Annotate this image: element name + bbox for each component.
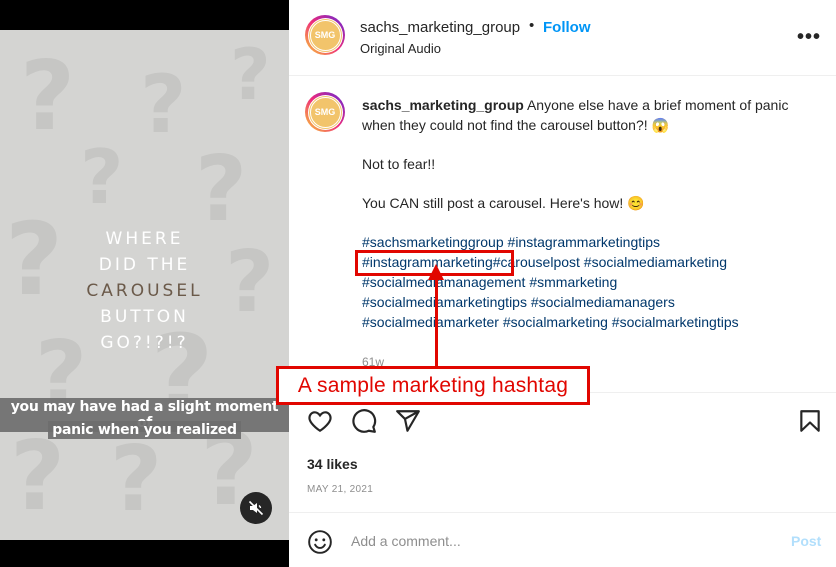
comment-avatar[interactable]: SMG [305, 92, 345, 132]
question-mark-pattern: ? [10, 422, 66, 532]
comment-icon[interactable] [351, 408, 377, 434]
video-title-line: CAROUSEL [86, 281, 203, 301]
hashtag-link[interactable]: #socialmediamarketer [362, 314, 499, 330]
header-username[interactable]: sachs_marketing_group [360, 19, 520, 36]
avatar-logo: SMG [309, 19, 341, 51]
video-title-line: GO?!?!? [100, 333, 189, 353]
question-mark-pattern: ? [230, 34, 271, 116]
post-caption: sachs_marketing_group Anyone else have a… [362, 95, 802, 372]
emoji-icon[interactable] [307, 529, 333, 555]
caption-first-para: sachs_marketing_group Anyone else have a… [362, 95, 802, 135]
more-options-icon[interactable]: ••• [797, 26, 821, 49]
question-mark-pattern: ? [195, 137, 248, 242]
caption-line: panic when you realized [48, 421, 241, 439]
add-comment-bar: Post [289, 513, 836, 567]
post-button[interactable]: Post [791, 533, 821, 549]
comment-input[interactable] [351, 527, 761, 555]
post-header: SMG sachs_marketing_group • Follow Origi… [289, 0, 836, 76]
hashtag-link[interactable]: #socialmarketing [503, 314, 608, 330]
post-panel: SMG sachs_marketing_group • Follow Origi… [289, 0, 836, 567]
question-mark-pattern: ? [110, 427, 163, 532]
video-title-text: WHERE DID THE CAROUSEL BUTTON GO?!?!? [0, 226, 289, 356]
bookmark-icon[interactable] [797, 408, 823, 434]
question-mark-pattern: ? [140, 58, 187, 151]
annotation-arrowhead [428, 264, 444, 280]
share-icon[interactable] [395, 408, 421, 434]
speaker-muted-icon [248, 500, 264, 516]
hashtag-link[interactable]: #instagrammarketingtips [508, 234, 661, 250]
video-caption: panic when you realized [0, 421, 289, 439]
hashtag-link[interactable]: #smmarketing [529, 274, 617, 290]
annotation-label: A sample marketing hashtag [276, 366, 590, 405]
avatar-logo: SMG [309, 96, 341, 128]
hashtag-link[interactable]: #socialmediamanagers [531, 294, 675, 310]
follow-button[interactable]: Follow [543, 19, 591, 36]
hashtag-link[interactable]: #socialmarketingtips [612, 314, 739, 330]
hashtag-link[interactable]: #socialmediamarketingtips [362, 294, 527, 310]
avatar-ring: SMG [307, 94, 343, 130]
question-mark-pattern: ? [20, 42, 76, 152]
annotation-arrow [435, 268, 438, 368]
heart-icon[interactable] [307, 408, 333, 434]
video-title-line: BUTTON [100, 307, 189, 327]
likes-count[interactable]: 34 likes [307, 456, 358, 472]
video-frame[interactable]: ? ? ? ? ? ? ? ? ? ? ? ? WHERE DID THE CA… [0, 30, 289, 540]
caption-para: You CAN still post a carousel. Here's ho… [362, 195, 645, 211]
hashtag-link[interactable]: #socialmediamarketing [584, 254, 727, 270]
reel-video[interactable]: ? ? ? ? ? ? ? ? ? ? ? ? WHERE DID THE CA… [0, 0, 289, 567]
audio-link[interactable]: Original Audio [360, 41, 441, 56]
video-title-line: DID THE [98, 255, 191, 275]
avatar-ring: SMG [307, 17, 343, 53]
hashtag-link[interactable]: #sachsmarketinggroup [362, 234, 504, 250]
caption-para: Not to fear!! [362, 156, 436, 172]
caption-username[interactable]: sachs_marketing_group [362, 97, 524, 113]
avatar[interactable]: SMG [305, 15, 345, 55]
mute-button[interactable] [240, 492, 272, 524]
hashtag-list: #sachsmarketinggroup #instagrammarketing… [362, 232, 802, 332]
question-mark-pattern: ? [80, 133, 124, 221]
post-date: MAY 21, 2021 [307, 484, 374, 495]
separator-dot: • [529, 17, 535, 34]
video-title-line: WHERE [105, 229, 184, 249]
action-bar [289, 404, 836, 440]
